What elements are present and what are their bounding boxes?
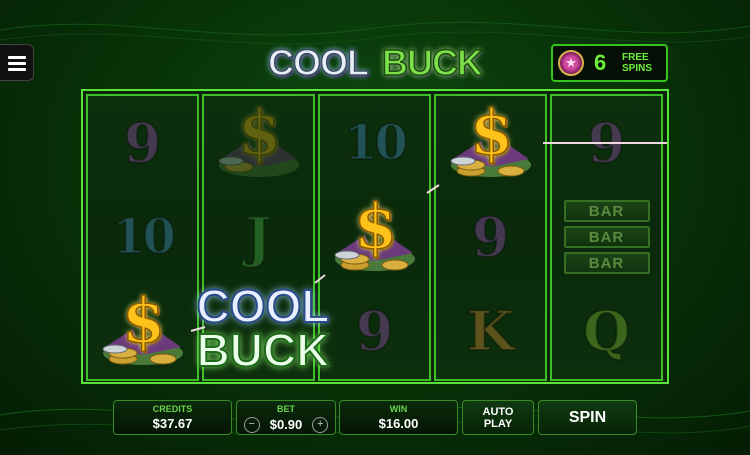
hamburger-icon — [7, 55, 26, 71]
bet-label: BET — [277, 404, 295, 414]
logo-word-buck: BUCK — [381, 42, 484, 83]
credits-panel: CREDITS $37.67 — [113, 400, 232, 435]
credits-value: $37.67 — [152, 416, 193, 431]
free-spins-label-line2: SPINS — [622, 63, 653, 74]
bet-panel: BET − $0.90 + — [236, 400, 336, 435]
wild-text-buck: BUCK — [196, 324, 331, 376]
wild-symbol-cool-buck: COOL BUCK — [196, 280, 331, 377]
win-label: WIN — [389, 404, 408, 414]
logo-word-cool: COOL — [267, 42, 370, 83]
win-value: $16.00 — [378, 416, 419, 431]
autoplay-label-line1: AUTO — [482, 405, 514, 418]
free-spins-count: 6 — [594, 50, 607, 75]
reel-grid: 9 10 $ $ J 10 $ 9 $ 9 K 9 BAR BAR BAR Q … — [81, 89, 669, 384]
menu-button[interactable] — [0, 44, 34, 81]
free-spins-label-line1: FREE — [622, 52, 649, 63]
credits-label: CREDITS — [152, 404, 193, 414]
autoplay-label-line2: PLAY — [483, 417, 513, 430]
spin-button[interactable]: SPIN — [538, 400, 637, 435]
free-spins-counter: ★ 6 FREE SPINS — [551, 44, 668, 82]
free-spins-label: FREE SPINS — [622, 52, 652, 74]
win-panel: WIN $16.00 — [339, 400, 458, 435]
wild-text-cool: COOL — [196, 280, 331, 333]
autoplay-button[interactable]: AUTO PLAY — [462, 400, 534, 435]
game-logo: COOL BUCK — [244, 40, 506, 86]
bet-decrease-button[interactable]: − — [243, 417, 260, 433]
star-badge-icon: ★ — [558, 50, 584, 76]
bet-increase-button[interactable]: + — [312, 417, 329, 433]
win-line — [190, 142, 667, 332]
bet-value: $0.90 — [269, 417, 303, 432]
